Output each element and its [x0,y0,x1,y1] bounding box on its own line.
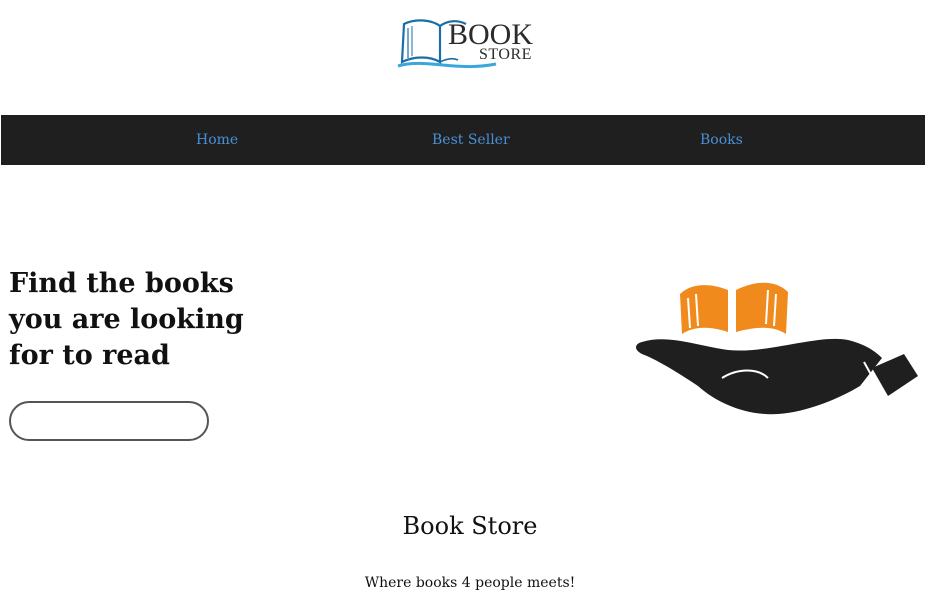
hero-title: Find the books you are looking for to re… [9,268,244,371]
main-nav: Home Best Seller Books [1,115,925,165]
store-logo[interactable]: BOOK STORE [396,14,544,74]
nav-item-home[interactable]: Home [196,115,238,165]
nav-item-best-seller[interactable]: Best Seller [432,115,510,165]
logo-word-store: STORE [479,46,532,63]
nav-item-books[interactable]: Books [700,115,743,165]
hand-holding-book-icon [636,282,918,415]
page: BOOK STORE Home Best Seller Books Find t… [0,0,925,601]
site-title: Book Store [402,512,538,540]
search-input[interactable] [9,401,209,441]
site-tagline: Where books 4 people meets! [364,575,576,591]
